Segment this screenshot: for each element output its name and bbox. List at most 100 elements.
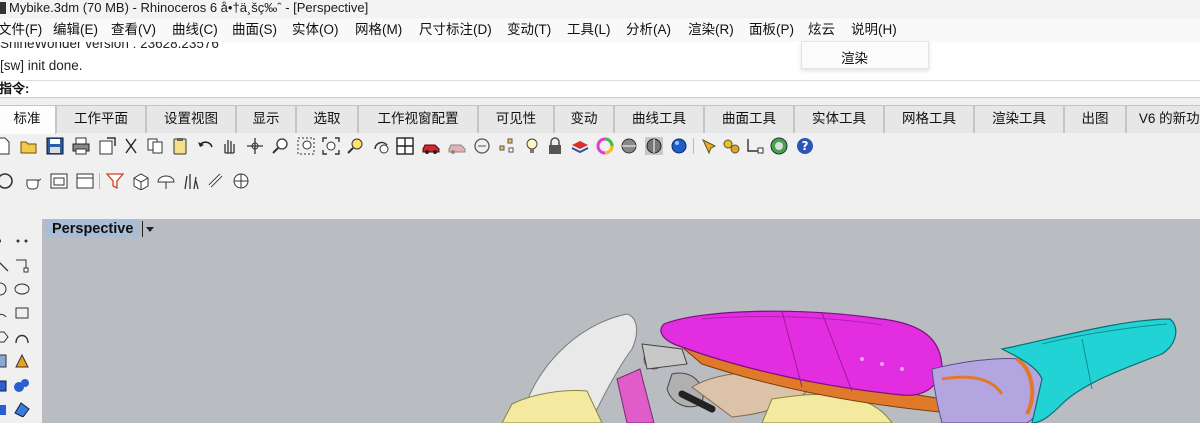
perspective-viewport[interactable]: Perspective [42, 219, 1200, 423]
undo-icon[interactable] [196, 137, 214, 155]
teapot-icon[interactable] [24, 172, 42, 190]
import-icon[interactable] [98, 137, 116, 155]
pen-icon[interactable] [700, 137, 718, 155]
curve-icon[interactable] [14, 329, 30, 345]
color-wheel-icon[interactable] [596, 137, 614, 155]
tab-drafting[interactable]: 出图 [1064, 105, 1126, 133]
car-icon[interactable] [422, 137, 440, 155]
mesh-grid-icon[interactable] [14, 401, 30, 417]
tab-render-tools[interactable]: 渲染工具 [974, 105, 1064, 133]
menu-surface[interactable]: 曲面(S) [232, 21, 277, 39]
point-on-icon[interactable] [473, 137, 491, 155]
sphere-blue-icon[interactable] [670, 137, 688, 155]
select-points-icon[interactable] [498, 137, 516, 155]
tab-surface-tools[interactable]: 曲面工具 [704, 105, 794, 133]
cut-icon[interactable] [122, 137, 140, 155]
zoom-window-icon[interactable] [297, 137, 315, 155]
tab-solid-tools[interactable]: 实体工具 [794, 105, 884, 133]
open-file-icon[interactable] [20, 137, 38, 155]
points-icon[interactable] [14, 233, 30, 249]
car-ghost-icon[interactable] [448, 137, 466, 155]
menu-curve[interactable]: 曲线(C) [172, 21, 218, 39]
surface-icon[interactable] [0, 353, 10, 369]
zoom-selected-icon[interactable] [347, 137, 365, 155]
tab-select[interactable]: 选取 [296, 105, 358, 133]
ellipse-icon[interactable] [14, 281, 30, 297]
tab-mesh-tools[interactable]: 网格工具 [884, 105, 974, 133]
viewport-frame-icon[interactable] [50, 172, 68, 190]
menu-render[interactable]: 渲染(R) [688, 21, 734, 39]
target-icon[interactable] [232, 172, 250, 190]
rotate-view-icon[interactable] [246, 137, 264, 155]
zoom-extents-icon[interactable] [322, 137, 340, 155]
layer-icon[interactable] [571, 137, 589, 155]
light-bulb-icon[interactable] [523, 137, 541, 155]
sphere-render-icon[interactable] [645, 137, 663, 155]
help-icon[interactable]: ? [796, 137, 814, 155]
menu-transform[interactable]: 变动(T) [507, 21, 551, 39]
polyline-points-icon[interactable] [14, 257, 30, 273]
dropdown-item-render[interactable]: 渲染 [841, 47, 868, 67]
tab-curve-tools[interactable]: 曲线工具 [614, 105, 704, 133]
save-icon[interactable] [46, 137, 64, 155]
viewport-frame2-icon[interactable] [76, 172, 94, 190]
toolbar-separator [99, 173, 100, 189]
copy-icon[interactable] [146, 137, 164, 155]
sphere-shaded-icon[interactable] [620, 137, 638, 155]
menu-file[interactable]: 文件(F) [0, 21, 42, 39]
extrude-icon[interactable] [14, 353, 30, 369]
paste-icon[interactable] [171, 137, 189, 155]
tab-transform[interactable]: 变动 [554, 105, 614, 133]
command-line[interactable]: 指令: [0, 80, 1200, 98]
tab-viewport-layout[interactable]: 工作视窗配置 [358, 105, 478, 133]
box-solid-icon[interactable] [0, 377, 10, 393]
bike-model[interactable] [42, 219, 1200, 423]
menu-analyze[interactable]: 分析(A) [626, 21, 671, 39]
lock-icon[interactable] [546, 137, 564, 155]
viewport-menu-arrow-icon[interactable] [142, 221, 155, 237]
pipe-icon[interactable] [207, 172, 225, 190]
menu-solid[interactable]: 实体(O) [292, 21, 339, 39]
tab-set-view[interactable]: 设置视图 [146, 105, 236, 133]
tab-display[interactable]: 显示 [236, 105, 296, 133]
tab-visibility[interactable]: 可见性 [478, 105, 554, 133]
grass-icon[interactable] [182, 172, 200, 190]
window-title: Mybike.3dm (70 MB) - Rhinoceros 6 å•†ä¸š… [9, 0, 369, 15]
box-icon[interactable] [132, 172, 150, 190]
rectangle-icon[interactable] [14, 305, 30, 321]
arc-icon[interactable] [0, 305, 10, 321]
circle-icon[interactable] [0, 281, 10, 297]
menu-dimension[interactable]: 尺寸标注(D) [419, 21, 492, 39]
viewport-title[interactable]: Perspective [45, 220, 141, 238]
pan-hand-icon[interactable] [220, 137, 238, 155]
tab-cplanes[interactable]: 工作平面 [56, 105, 146, 133]
menu-xuanyun[interactable]: 炫云 [808, 21, 835, 39]
print-icon[interactable] [72, 137, 90, 155]
zoom-dynamic-icon[interactable] [272, 137, 290, 155]
polyline-icon[interactable] [0, 257, 10, 273]
tab-v6-new[interactable]: V6 的新功能 [1126, 105, 1200, 133]
gear-cluster-icon[interactable] [722, 137, 740, 155]
menu-mesh[interactable]: 网格(M) [355, 21, 402, 39]
four-viewports-icon[interactable] [396, 137, 414, 155]
ring-icon[interactable] [0, 172, 14, 190]
menu-help[interactable]: 说明(H) [851, 21, 897, 39]
menu-tools[interactable]: 工具(L) [567, 21, 611, 39]
polygon-icon[interactable] [0, 329, 10, 345]
xuanyun-dropdown: 渲染 [801, 41, 929, 69]
curve-edit-icon[interactable] [746, 137, 764, 155]
funnel-icon[interactable] [106, 172, 124, 190]
tab-standard[interactable]: 标准 [0, 105, 56, 134]
menu-edit[interactable]: 编辑(E) [53, 21, 98, 39]
point-icon[interactable] [0, 233, 10, 249]
mesh-icon[interactable] [0, 401, 10, 417]
menu-bar: 文件(F) 编辑(E) 查看(V) 曲线(C) 曲面(S) 实体(O) 网格(M… [0, 18, 1200, 42]
menu-panels[interactable]: 面板(P) [749, 21, 794, 39]
spheres-icon[interactable] [14, 377, 30, 393]
svg-text:?: ? [802, 139, 809, 153]
new-file-icon[interactable] [0, 137, 12, 155]
undo-view-icon[interactable] [372, 137, 390, 155]
umbrella-icon[interactable] [157, 172, 175, 190]
sun-globe-icon[interactable] [770, 137, 788, 155]
menu-view[interactable]: 查看(V) [111, 21, 156, 39]
